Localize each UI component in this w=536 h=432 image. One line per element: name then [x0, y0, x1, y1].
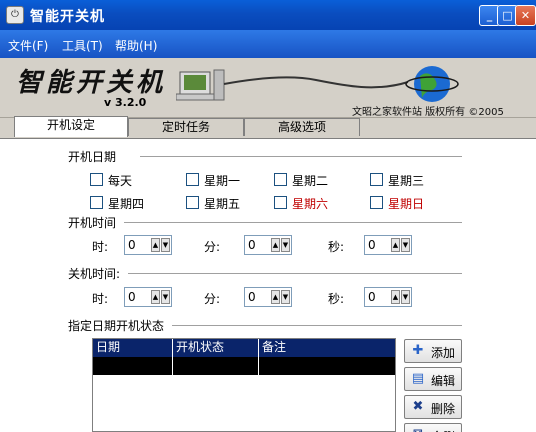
version-label: v 3.2.0: [104, 96, 147, 109]
title-bar: ⏻ 智能开关机 _ □ ✕: [0, 0, 536, 30]
shutdown-minute-spinner[interactable]: 0 ▲ ▼: [244, 287, 292, 307]
startup-second-value: 0: [368, 238, 376, 252]
shutdown-second-label: 秒:: [328, 292, 345, 306]
divider: [124, 222, 462, 224]
shutdown-time-label: 关机时间:: [68, 267, 121, 281]
window-title: 智能开关机: [30, 9, 105, 25]
column-note[interactable]: 备注: [259, 339, 395, 357]
spin-down-icon[interactable]: ▼: [401, 290, 410, 304]
table-row[interactable]: [93, 357, 395, 375]
checkbox-monday[interactable]: [186, 173, 199, 186]
startup-second-label: 秒:: [328, 240, 345, 254]
copyright-text: 文昭之家软件站 版权所有 ©2005: [352, 107, 504, 118]
spin-down-icon[interactable]: ▼: [281, 238, 290, 252]
shutdown-hour-spinner[interactable]: 0 ▲ ▼: [124, 287, 172, 307]
menu-help[interactable]: 帮助(H): [115, 37, 157, 54]
spin-down-icon[interactable]: ▼: [161, 238, 170, 252]
clear-all-button-label: 全删: [431, 428, 455, 432]
table-cell: [173, 357, 259, 375]
spin-up-icon[interactable]: ▲: [271, 290, 280, 304]
divider: [140, 156, 462, 158]
add-button[interactable]: ✚ 添加: [404, 339, 462, 363]
startup-minute-value: 0: [248, 238, 256, 252]
column-date[interactable]: 日期: [93, 339, 173, 357]
tab-scheduled-tasks[interactable]: 定时任务: [128, 118, 244, 136]
tab-strip: 开机设定 定时任务 高级选项: [0, 116, 536, 138]
menu-tools[interactable]: 工具(T): [62, 37, 103, 54]
startup-hour-spinner[interactable]: 0 ▲ ▼: [124, 235, 172, 255]
plus-icon: ✚: [412, 343, 424, 358]
app-logo: 智能开关机: [16, 68, 167, 98]
shutdown-hour-label: 时:: [92, 292, 109, 306]
spin-down-icon[interactable]: ▼: [401, 238, 410, 252]
startup-minute-label: 分:: [204, 240, 221, 254]
checkbox-friday-label: 星期五: [204, 197, 241, 211]
checkbox-wednesday-label: 星期三: [388, 174, 425, 188]
clear-all-icon: ⊠: [410, 427, 426, 432]
delete-x-icon: ✖: [412, 399, 424, 414]
checkbox-tuesday[interactable]: [274, 173, 287, 186]
checkbox-wednesday[interactable]: [370, 173, 383, 186]
spin-up-icon[interactable]: ▲: [151, 290, 160, 304]
spin-up-icon[interactable]: ▲: [391, 238, 400, 252]
spin-down-icon[interactable]: ▼: [281, 290, 290, 304]
startup-time-label: 开机时间: [68, 216, 117, 230]
status-table[interactable]: 日期 开机状态 备注: [92, 338, 396, 432]
document-icon: ▤: [411, 371, 425, 386]
shutdown-second-value: 0: [368, 290, 376, 304]
spin-up-icon[interactable]: ▲: [151, 238, 160, 252]
menu-bar: 文件(F) 工具(T) 帮助(H): [0, 30, 536, 58]
shutdown-hour-value: 0: [128, 290, 136, 304]
checkbox-everyday-label: 每天: [108, 174, 133, 188]
checkbox-sunday-label: 星期日: [388, 197, 425, 211]
edit-button-label: 编辑: [431, 374, 456, 388]
add-button-label: 添加: [431, 346, 456, 360]
divider: [172, 325, 462, 327]
checkbox-sunday[interactable]: [370, 196, 383, 209]
startup-hour-label: 时:: [92, 240, 109, 254]
clear-all-button[interactable]: ⊠ 全删: [404, 423, 462, 432]
menu-file[interactable]: 文件(F): [8, 37, 48, 54]
table-cell: [93, 357, 173, 375]
checkbox-friday[interactable]: [186, 196, 199, 209]
shutdown-second-spinner[interactable]: 0 ▲ ▼: [364, 287, 412, 307]
checkbox-thursday[interactable]: [90, 196, 103, 209]
tab-startup-settings[interactable]: 开机设定: [14, 116, 128, 137]
checkbox-thursday-label: 星期四: [108, 197, 145, 211]
spin-up-icon[interactable]: ▲: [271, 238, 280, 252]
tab-advanced-options[interactable]: 高级选项: [244, 118, 360, 136]
edit-button[interactable]: ▤ 编辑: [404, 367, 462, 391]
checkbox-everyday[interactable]: [90, 173, 103, 186]
banner: 智能开关机 v 3.2.0 文昭之家软件站 版权所有 ©2005: [0, 58, 536, 118]
shutdown-minute-label: 分:: [204, 292, 221, 306]
startup-second-spinner[interactable]: 0 ▲ ▼: [364, 235, 412, 255]
spin-up-icon[interactable]: ▲: [391, 290, 400, 304]
column-status[interactable]: 开机状态: [173, 339, 259, 357]
close-button[interactable]: ✕: [515, 5, 536, 26]
delete-button-label: 删除: [431, 402, 456, 416]
delete-button[interactable]: ✖ 删除: [404, 395, 462, 419]
divider: [128, 273, 462, 275]
table-header: 日期 开机状态 备注: [93, 339, 395, 357]
spin-down-icon[interactable]: ▼: [161, 290, 170, 304]
status-table-label: 指定日期开机状态: [68, 319, 165, 333]
startup-hour-value: 0: [128, 238, 136, 252]
startup-minute-spinner[interactable]: 0 ▲ ▼: [244, 235, 292, 255]
checkbox-saturday-label: 星期六: [292, 197, 329, 211]
checkbox-tuesday-label: 星期二: [292, 174, 329, 188]
startup-date-label: 开机日期: [68, 150, 117, 164]
app-icon[interactable]: ⏻: [6, 6, 24, 24]
checkbox-saturday[interactable]: [274, 196, 287, 209]
checkbox-monday-label: 星期一: [204, 174, 241, 188]
shutdown-minute-value: 0: [248, 290, 256, 304]
